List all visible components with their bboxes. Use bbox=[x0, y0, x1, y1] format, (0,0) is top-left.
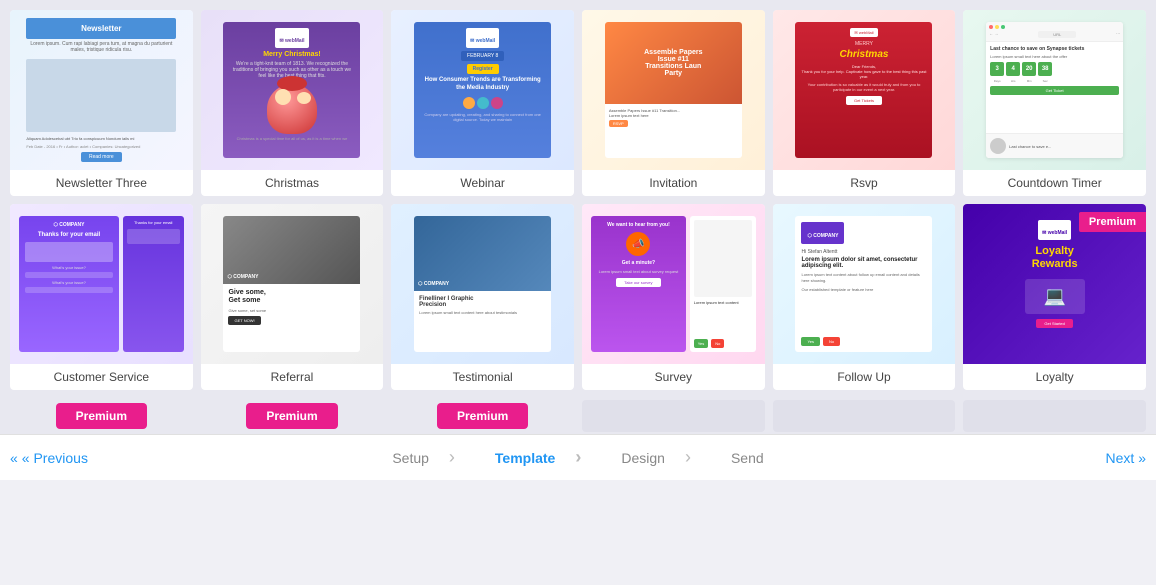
template-card-christmas[interactable]: ✉ webMail Merry Christmas! We're a tight… bbox=[201, 10, 384, 196]
main-content: Newsletter Lorem ipsum. Cum rapi labiagi… bbox=[0, 0, 1156, 434]
bottom-premium-1: Premium bbox=[10, 398, 193, 434]
template-card-newsletter-three[interactable]: Newsletter Lorem ipsum. Cum rapi labiagi… bbox=[10, 10, 193, 196]
template-card-countdown-timer[interactable]: ← → URL ⋯ Last chance to save on Synapse… bbox=[963, 10, 1146, 196]
bottom-premium-row: Premium Premium Premium bbox=[10, 398, 1146, 434]
template-card-testimonial[interactable]: ⬡ COMPANY Finelliner I GraphicPrecision … bbox=[391, 204, 574, 390]
prev-button[interactable]: « « Previous bbox=[10, 450, 88, 466]
card-label-rsvp: Rsvp bbox=[773, 170, 956, 196]
prev-icon: « bbox=[10, 450, 18, 466]
prev-label: « Previous bbox=[22, 450, 88, 466]
nav-step-setup[interactable]: Setup bbox=[372, 447, 475, 468]
card-label-referral: Referral bbox=[201, 364, 384, 390]
template-grid-row2: ⬡ COMPANY Thanks for your email What's y… bbox=[10, 204, 1146, 390]
bottom-premium-badge-1: Premium bbox=[56, 403, 147, 429]
next-button[interactable]: Next » bbox=[1106, 450, 1146, 466]
card-label-loyalty: Loyalty bbox=[963, 364, 1146, 390]
template-card-webinar[interactable]: ✉ webMail FEBRUARY 8 Register How Consum… bbox=[391, 10, 574, 196]
template-card-invitation[interactable]: Assemble PapersIssue #11Transitions Laun… bbox=[582, 10, 765, 196]
template-card-survey[interactable]: We want to hear from you! 📣 Get a minute… bbox=[582, 204, 765, 390]
card-label-survey: Survey bbox=[582, 364, 765, 390]
card-label-newsletter-three: Newsletter Three bbox=[10, 170, 193, 196]
card-label-customer-service: Customer Service bbox=[10, 364, 193, 390]
nav-steps: Setup Template Design Send bbox=[372, 447, 783, 468]
bottom-premium-5 bbox=[773, 398, 956, 434]
template-card-loyalty[interactable]: Premium ✉ webMail LoyaltyRewards 💻 Get S… bbox=[963, 204, 1146, 390]
bottom-premium-badge-2: Premium bbox=[246, 403, 337, 429]
nav-step-template[interactable]: Template bbox=[475, 447, 601, 468]
nav-step-setup-label: Setup bbox=[392, 450, 429, 466]
card-label-testimonial: Testimonial bbox=[391, 364, 574, 390]
nav-step-design[interactable]: Design bbox=[601, 447, 711, 468]
bottom-premium-4 bbox=[582, 398, 765, 434]
card-label-invitation: Invitation bbox=[582, 170, 765, 196]
template-card-follow-up[interactable]: ⬡ COMPANY Hi Stefan Altentt Lorem ipsum … bbox=[773, 204, 956, 390]
nav-step-send[interactable]: Send bbox=[711, 450, 784, 466]
template-card-referral[interactable]: ⬡ COMPANY Give some,Get some Give some, … bbox=[201, 204, 384, 390]
template-card-customer-service[interactable]: ⬡ COMPANY Thanks for your email What's y… bbox=[10, 204, 193, 390]
bottom-premium-6 bbox=[963, 398, 1146, 434]
nav-step-send-label: Send bbox=[731, 450, 764, 466]
card-label-christmas: Christmas bbox=[201, 170, 384, 196]
template-card-rsvp[interactable]: ✉ webMail MERRY Christmas Dear Friends,T… bbox=[773, 10, 956, 196]
nav-step-template-label: Template bbox=[495, 450, 555, 466]
card-label-countdown-timer: Countdown Timer bbox=[963, 170, 1146, 196]
bottom-premium-3: Premium bbox=[391, 398, 574, 434]
footer-nav: « « Previous Setup Template Design Send … bbox=[0, 434, 1156, 480]
premium-badge-loyalty: Premium bbox=[1079, 212, 1146, 232]
card-label-webinar: Webinar bbox=[391, 170, 574, 196]
nav-step-design-label: Design bbox=[621, 450, 665, 466]
bottom-premium-2: Premium bbox=[201, 398, 384, 434]
bottom-premium-badge-3: Premium bbox=[437, 403, 528, 429]
next-label: Next » bbox=[1106, 450, 1146, 466]
template-grid-row1: Newsletter Lorem ipsum. Cum rapi labiagi… bbox=[10, 10, 1146, 196]
card-label-follow-up: Follow Up bbox=[773, 364, 956, 390]
